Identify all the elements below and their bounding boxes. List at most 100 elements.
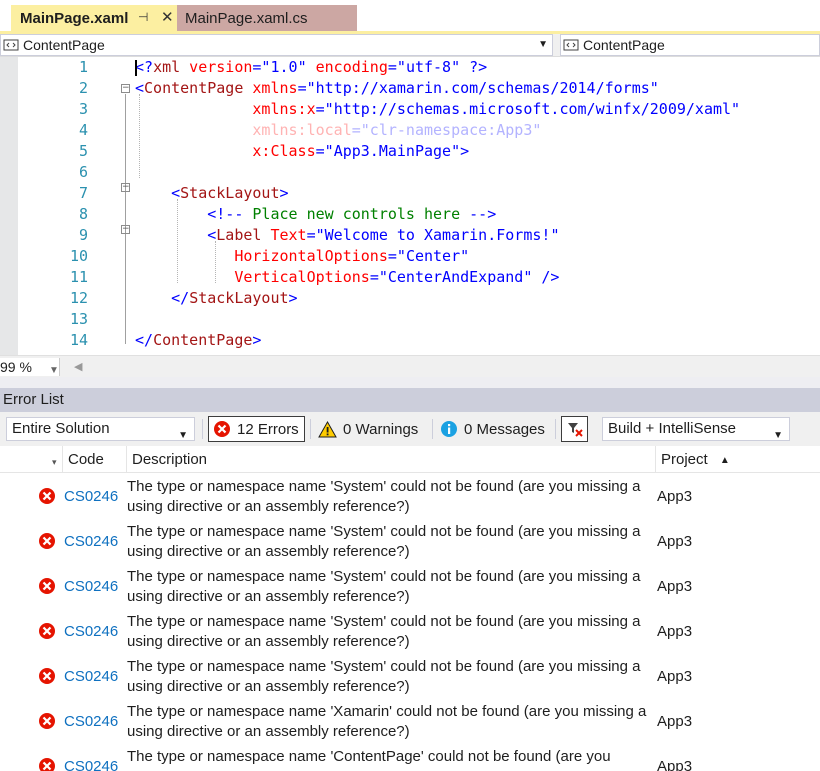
filter-icon [566, 420, 584, 438]
line-number: 11 [69, 268, 88, 286]
code-editor[interactable]: 1 <?xml version="1.0" encoding="utf-8" ?>… [0, 57, 820, 355]
error-list-title: Error List [0, 388, 820, 412]
error-code-link[interactable]: CS0246 [64, 533, 118, 550]
separator [555, 419, 556, 439]
code-token: </ [171, 289, 190, 307]
code-line[interactable]: 4 xmlns:local="clr-namespace:App3" [0, 120, 820, 141]
filter-current-document-button[interactable] [561, 416, 588, 442]
column-header-code[interactable]: Code [63, 446, 127, 473]
zoom-level[interactable]: 99 % ▼ [0, 358, 60, 376]
code-line[interactable]: 10 HorizontalOptions="Center" [0, 246, 820, 267]
code-text: <Label Text="Welcome to Xamarin.Forms!" [135, 225, 559, 246]
tab-label: MainPage.xaml [20, 9, 129, 27]
code-token: " [297, 58, 307, 76]
code-line[interactable]: 3 xmlns:x="http://schemas.microsoft.com/… [0, 99, 820, 120]
code-token: 1.0 [270, 58, 298, 76]
error-row[interactable]: CS0246 The type or namespace name 'System… [0, 563, 820, 608]
close-icon[interactable]: ✕ [161, 8, 174, 26]
error-icon [38, 712, 56, 734]
error-icon [38, 487, 56, 509]
error-icon [38, 577, 56, 599]
column-header-project[interactable]: Project ▲ [656, 446, 820, 473]
error-row[interactable]: CS0246 The type or namespace name 'Conten… [0, 743, 820, 771]
code-token: VerticalOptions [234, 268, 370, 286]
warnings-filter-button[interactable]: 0 Warnings [318, 416, 428, 442]
filter-column-icon: ▾ [52, 457, 57, 467]
code-line[interactable]: 1 <?xml version="1.0" encoding="utf-8" ?> [0, 57, 820, 78]
line-number: 14 [69, 331, 88, 349]
member-dropdown-label: ContentPage [583, 37, 665, 53]
code-token: > [279, 184, 289, 202]
messages-filter-button[interactable]: 0 Messages [440, 416, 552, 442]
tab-label: MainPage.xaml.cs [185, 9, 308, 27]
line-number: 10 [69, 247, 88, 265]
error-row[interactable]: CS0246 The type or namespace name 'System… [0, 653, 820, 698]
error-description: The type or namespace name 'Xamarin' cou… [127, 703, 647, 740]
collapse-icon[interactable]: − [121, 84, 130, 93]
error-row[interactable]: CS0246 The type or namespace name 'System… [0, 473, 820, 518]
code-token: StackLayout [180, 184, 280, 202]
line-number: 13 [69, 310, 88, 328]
error-row[interactable]: CS0246 The type or namespace name 'System… [0, 518, 820, 563]
error-code-link[interactable]: CS0246 [64, 488, 118, 505]
navigation-bar: ContentPage ▼ ContentPage [0, 34, 820, 57]
column-header-description[interactable]: Description [127, 446, 656, 473]
code-line[interactable]: 6 [0, 162, 820, 183]
error-code-link[interactable]: CS0246 [64, 623, 118, 640]
column-header-description-label: Description [132, 451, 208, 468]
error-icon [38, 667, 56, 689]
error-code-link[interactable]: CS0246 [64, 668, 118, 685]
indent-guide [177, 199, 178, 283]
code-token: Center [405, 247, 461, 265]
code-token: <? [135, 58, 154, 76]
info-icon [440, 420, 458, 438]
panel-splitter[interactable] [0, 377, 820, 388]
error-row[interactable]: CS0246 The type or namespace name 'System… [0, 608, 820, 653]
code-line[interactable]: 8 <!-- Place new controls here --> [0, 204, 820, 225]
member-dropdown[interactable]: ContentPage [560, 34, 820, 56]
line-number: 1 [78, 58, 88, 76]
error-code-link[interactable]: CS0246 [64, 578, 118, 595]
code-text: </StackLayout> [135, 288, 297, 309]
code-line[interactable]: 13 [0, 309, 820, 330]
code-line[interactable]: 14 </ContentPage> [0, 330, 820, 351]
error-code-link[interactable]: CS0246 [64, 758, 118, 771]
code-token: =" [315, 100, 334, 118]
error-description: The type or namespace name 'System' coul… [127, 613, 641, 650]
scroll-left-icon[interactable]: ◀ [74, 360, 82, 373]
code-token: http://xamarin.com/schemas/2014/forms [315, 79, 650, 97]
code-token: =" [369, 268, 388, 286]
build-filter-dropdown[interactable]: Build + IntelliSense ▼ [602, 417, 790, 441]
indent-guide [215, 241, 216, 283]
code-token: Label [216, 226, 262, 244]
code-text: <StackLayout> [135, 183, 289, 204]
error-row[interactable]: CS0246 The type or namespace name 'Xamari… [0, 698, 820, 743]
code-text: xmlns:x="http://schemas.microsoft.com/wi… [135, 99, 740, 120]
column-header-icon[interactable]: ▾ [0, 446, 63, 473]
chevron-down-icon: ▼ [178, 430, 188, 441]
code-line[interactable]: 12 </StackLayout> [0, 288, 820, 309]
collapse-icon[interactable]: − [121, 225, 130, 234]
pin-icon[interactable]: ⊣ [138, 10, 148, 24]
code-token: =" [297, 79, 316, 97]
code-text: </ContentPage> [135, 330, 261, 351]
tab-mainpage-xaml-cs[interactable]: MainPage.xaml.cs [177, 5, 357, 31]
code-token: Welcome to Xamarin.Forms! [324, 226, 551, 244]
error-code-link[interactable]: CS0246 [64, 713, 118, 730]
type-dropdown[interactable]: ContentPage ▼ [0, 34, 553, 56]
code-line[interactable]: 5 x:Class="App3.MainPage"> [0, 141, 820, 162]
code-line[interactable]: 11 VerticalOptions="CenterAndExpand" /> [0, 267, 820, 288]
errors-filter-button[interactable]: 12 Errors [208, 416, 305, 442]
error-list-rows: CS0246 The type or namespace name 'System… [0, 473, 820, 771]
error-project: App3 [657, 668, 693, 685]
scope-dropdown[interactable]: Entire Solution ▼ [6, 417, 195, 441]
text-caret [135, 60, 137, 76]
code-token: =" [315, 142, 334, 160]
tab-mainpage-xaml[interactable]: MainPage.xaml ⊣ ✕ [11, 5, 177, 31]
error-icon [38, 757, 56, 771]
collapse-icon[interactable]: − [121, 183, 130, 192]
